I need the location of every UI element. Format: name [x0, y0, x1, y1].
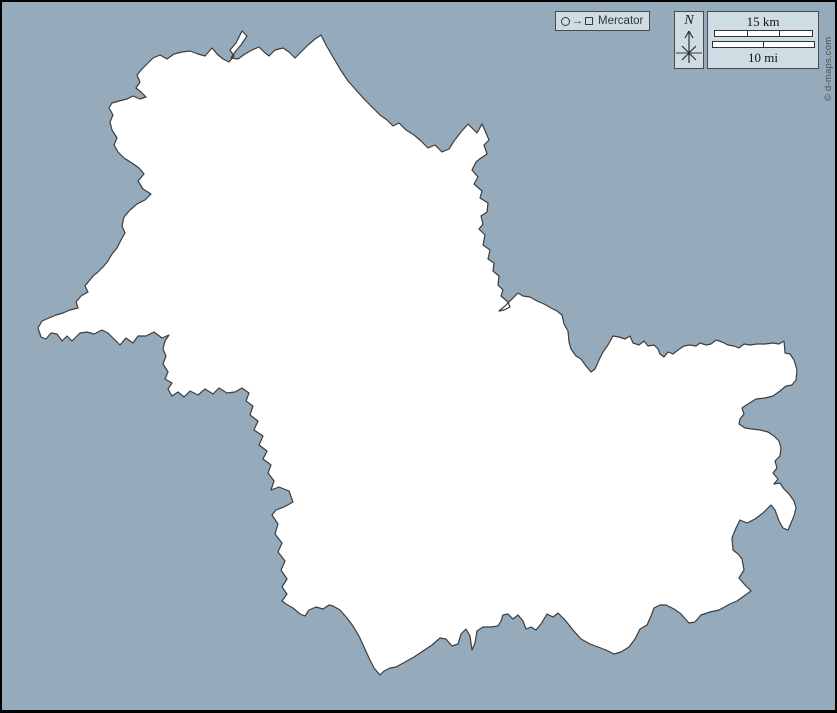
compass-rose-icon — [675, 29, 703, 65]
scale-mi-bar — [712, 41, 815, 48]
scale-km-tick — [747, 31, 748, 36]
circle-icon — [561, 17, 570, 26]
region-map — [2, 2, 835, 710]
scale-km-label: 15 km — [708, 15, 818, 28]
copyright-text: © d-maps.com — [823, 37, 834, 101]
compass-north-label: N — [684, 14, 693, 28]
projection-badge: → Mercator — [555, 11, 650, 31]
square-icon — [585, 17, 593, 25]
arrow-right-icon: → — [572, 16, 583, 27]
region-outline — [38, 31, 797, 675]
scale-bar-box: 15 km 10 mi — [707, 11, 819, 69]
scale-km-bar — [714, 30, 813, 37]
map-canvas: → Mercator N 15 km 10 mi © d-maps.com — [0, 0, 837, 713]
scale-mi-label: 10 mi — [708, 51, 818, 64]
scale-mi-tick — [763, 42, 764, 47]
scale-km-tick — [779, 31, 780, 36]
compass-box: N — [674, 11, 704, 69]
projection-label: Mercator — [598, 15, 643, 27]
